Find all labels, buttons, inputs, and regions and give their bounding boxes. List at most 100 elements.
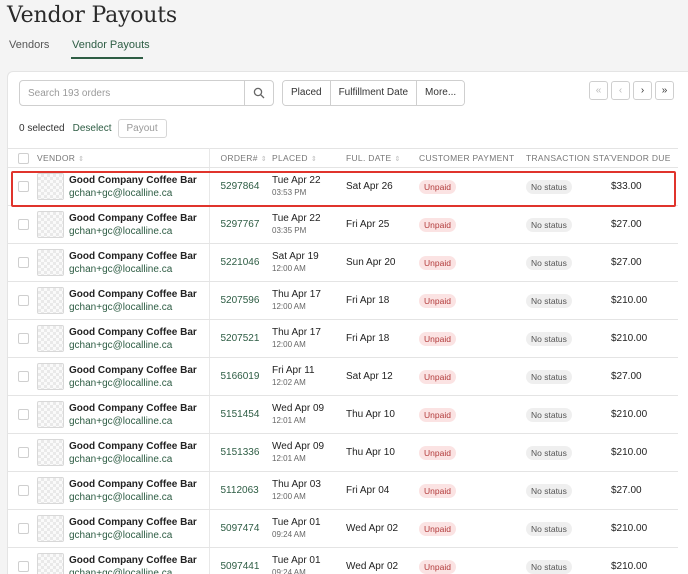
row-checkbox[interactable] [18, 294, 29, 306]
vendor-email[interactable]: gchan+gc@localline.ca [69, 529, 197, 542]
transaction-status-badge: No status [526, 369, 572, 384]
vendor-name: Good Company Coffee Bar [69, 402, 197, 414]
vendor-email[interactable]: gchan+gc@localline.ca [69, 187, 197, 200]
tab-vendors[interactable]: Vendors [9, 39, 49, 51]
vendor-name: Good Company Coffee Bar [69, 174, 197, 186]
transaction-status-badge: No status [526, 559, 572, 574]
vendor-logo-placeholder [37, 249, 64, 276]
table-row[interactable]: Good Company Coffee Bar gchan+gc@localli… [8, 281, 678, 320]
table-row[interactable]: Good Company Coffee Bar gchan+gc@localli… [8, 243, 678, 282]
column-header-customer-payment[interactable]: CUSTOMER PAYMENT [419, 148, 526, 168]
payment-status-badge: Unpaid [419, 255, 456, 270]
vendor-name: Good Company Coffee Bar [69, 212, 197, 224]
payout-button[interactable]: Payout [117, 118, 167, 138]
column-header-placed[interactable]: PLACED ⇕ [272, 148, 346, 168]
sort-icon: ⇕ [310, 156, 317, 163]
sort-icon: ⇕ [78, 156, 85, 163]
first-page-button[interactable]: « [589, 81, 608, 100]
prev-page-button[interactable]: ‹ [611, 81, 630, 100]
row-checkbox[interactable] [18, 446, 29, 458]
filter-more-button[interactable]: More... [417, 81, 465, 105]
search-icon [253, 87, 265, 99]
next-page-button[interactable]: › [633, 81, 652, 100]
order-number-link[interactable]: 5097474 [210, 523, 260, 534]
order-number-link[interactable]: 5207521 [210, 333, 260, 344]
order-number-link[interactable]: 5151454 [210, 409, 260, 420]
row-checkbox[interactable] [18, 370, 29, 382]
table-row[interactable]: Good Company Coffee Bar gchan+gc@localli… [8, 509, 678, 548]
payment-status-badge: Unpaid [419, 407, 456, 422]
placed-date: Fri Apr 11 [272, 365, 315, 376]
placed-date: Sat Apr 19 [272, 251, 319, 262]
select-all-checkbox[interactable] [18, 152, 29, 164]
placed-date: Tue Apr 22 [272, 213, 321, 224]
tab-vendor-payouts[interactable]: Vendor Payouts [72, 39, 150, 51]
vendor-name: Good Company Coffee Bar [69, 364, 197, 376]
vendor-email[interactable]: gchan+gc@localline.ca [69, 491, 197, 504]
vendor-email[interactable]: gchan+gc@localline.ca [69, 415, 197, 428]
fulfillment-date: Fri Apr 25 [346, 219, 390, 230]
table-row[interactable]: Good Company Coffee Bar gchan+gc@localli… [8, 357, 678, 396]
fulfillment-date: Sat Apr 12 [346, 371, 393, 382]
deselect-link[interactable]: Deselect [73, 123, 112, 134]
vendor-email[interactable]: gchan+gc@localline.ca [69, 377, 197, 390]
column-header-order[interactable]: ORDER# ⇕ [209, 148, 272, 168]
vendor-logo-placeholder [37, 401, 64, 428]
active-tab-indicator [71, 57, 143, 59]
order-number-link[interactable]: 5112063 [210, 485, 259, 496]
payouts-table: VENDOR ⇕ ORDER# ⇕ PLACED ⇕ FUL. DATE ⇕ CUSTO… [8, 148, 678, 574]
placed-time: 12:00 AM [272, 492, 306, 501]
table-row[interactable]: Good Company Coffee Bar gchan+gc@localli… [8, 205, 678, 244]
page-title: Vendor Payouts [7, 3, 177, 28]
order-number-link[interactable]: 5297864 [210, 181, 260, 192]
row-checkbox[interactable] [18, 408, 29, 420]
table-row[interactable]: Good Company Coffee Bar gchan+gc@localli… [8, 471, 678, 510]
placed-time: 12:01 AM [272, 416, 306, 425]
placed-date: Thu Apr 17 [272, 327, 321, 338]
table-row[interactable]: Good Company Coffee Bar gchan+gc@localli… [8, 433, 678, 472]
vendor-email[interactable]: gchan+gc@localline.ca [69, 263, 197, 276]
fulfillment-date: Sun Apr 20 [346, 257, 396, 268]
row-checkbox[interactable] [18, 180, 29, 192]
sort-icon: ⇕ [260, 156, 267, 163]
vendor-name: Good Company Coffee Bar [69, 440, 197, 452]
vendor-due-amount: $210.00 [611, 409, 648, 420]
payment-status-badge: Unpaid [419, 483, 456, 498]
vendor-email[interactable]: gchan+gc@localline.ca [69, 225, 197, 238]
payment-status-badge: Unpaid [419, 369, 456, 384]
row-checkbox[interactable] [18, 560, 29, 572]
order-number-link[interactable]: 5166019 [210, 371, 260, 382]
search-input[interactable] [20, 81, 245, 105]
filter-fulfillment-date-button[interactable]: Fulfillment Date [330, 81, 418, 105]
fulfillment-date: Fri Apr 18 [346, 333, 390, 344]
row-checkbox[interactable] [18, 332, 29, 344]
vendor-email[interactable]: gchan+gc@localline.ca [69, 567, 197, 574]
column-header-vendor[interactable]: VENDOR ⇕ [37, 148, 210, 168]
column-header-transaction-status[interactable]: TRANSACTION STATUS [526, 148, 611, 168]
column-header-ful-date[interactable]: FUL. DATE ⇕ [346, 148, 419, 168]
order-number-link[interactable]: 5097441 [210, 561, 260, 572]
row-checkbox[interactable] [18, 218, 29, 230]
vendor-email[interactable]: gchan+gc@localline.ca [69, 453, 197, 466]
vendor-email[interactable]: gchan+gc@localline.ca [69, 301, 197, 314]
vendor-due-amount: $27.00 [611, 485, 642, 496]
table-row[interactable]: Good Company Coffee Bar gchan+gc@localli… [8, 319, 678, 358]
search-button[interactable] [244, 81, 273, 105]
vendor-email[interactable]: gchan+gc@localline.ca [69, 339, 197, 352]
order-number-link[interactable]: 5297767 [210, 219, 260, 230]
row-checkbox[interactable] [18, 256, 29, 268]
placed-time: 12:00 AM [272, 302, 306, 311]
order-number-link[interactable]: 5221046 [210, 257, 260, 268]
table-row[interactable]: Good Company Coffee Bar gchan+gc@localli… [8, 395, 678, 434]
vendor-name: Good Company Coffee Bar [69, 250, 197, 262]
column-header-vendor-due[interactable]: VENDOR DUE [611, 148, 678, 168]
table-row[interactable]: Good Company Coffee Bar gchan+gc@localli… [8, 167, 678, 206]
last-page-button[interactable]: » [655, 81, 674, 100]
row-checkbox[interactable] [18, 522, 29, 534]
row-checkbox[interactable] [18, 484, 29, 496]
table-row[interactable]: Good Company Coffee Bar gchan+gc@localli… [8, 547, 678, 574]
order-number-link[interactable]: 5207596 [210, 295, 260, 306]
filter-group: Placed Fulfillment Date More... [282, 80, 466, 106]
filter-placed-button[interactable]: Placed [283, 81, 331, 105]
order-number-link[interactable]: 5151336 [210, 447, 260, 458]
